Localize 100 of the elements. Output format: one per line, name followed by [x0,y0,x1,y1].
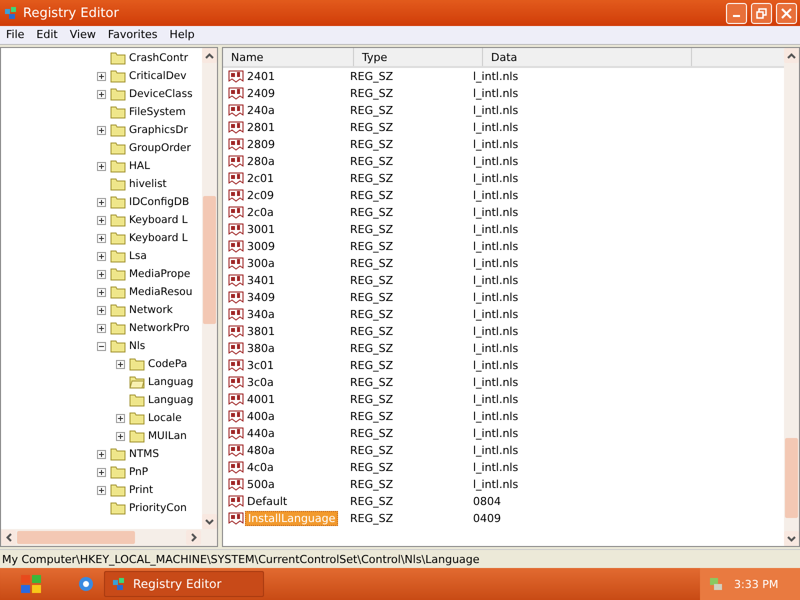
taskbar-button[interactable]: Registry Editor [104,571,264,597]
expand-toggle[interactable] [116,432,125,440]
menu-item[interactable]: Help [164,26,201,44]
tree-item[interactable]: CrashContr [129,52,188,64]
expand-toggle[interactable] [97,324,106,332]
start-button[interactable] [20,574,42,594]
value-name[interactable]: 2c01 [245,172,276,185]
column-header[interactable]: Type [354,48,483,66]
value-name[interactable]: 3001 [245,223,277,236]
expand-toggle[interactable] [97,486,106,494]
data-cell-text: l_intl.nls [472,325,520,338]
menu-item[interactable]: View [64,26,102,44]
scroll-right-icon[interactable] [190,533,196,542]
value-name[interactable]: 400a [245,410,277,423]
expand-toggle[interactable] [97,162,106,170]
scroll-down-icon[interactable] [205,518,214,524]
value-name[interactable]: 2809 [245,138,277,151]
tree-item[interactable]: CodePa [148,358,188,370]
value-name[interactable]: 3409 [245,291,277,304]
expand-toggle[interactable] [97,72,106,80]
value-name[interactable]: 3c0a [245,376,276,389]
expand-toggle[interactable] [97,450,106,458]
tree-item[interactable]: Languag [148,394,194,406]
tree-item[interactable]: GraphicsDr [129,124,188,136]
value-name[interactable]: 380a [245,342,277,355]
horizontal-scrollbar[interactable] [1,529,217,546]
vertical-scrollbar[interactable] [202,48,217,529]
scrollbar-thumb[interactable] [17,531,135,544]
browser-icon[interactable] [78,576,94,592]
value-name[interactable]: 500a [245,478,277,491]
menu-item[interactable]: Favorites [102,26,164,44]
tree-item[interactable]: Lsa [129,250,147,262]
expand-toggle[interactable] [97,234,106,242]
scroll-down-icon[interactable] [787,536,796,542]
tree-item[interactable]: IDConfigDB [129,196,190,208]
value-name[interactable]: 480a [245,444,277,457]
collapse-toggle[interactable] [97,342,106,350]
tree-item[interactable]: PnP [129,466,148,478]
value-name[interactable]: 300a [245,257,277,270]
value-name[interactable]: 240a [245,104,277,117]
tree-item[interactable]: FileSystem [129,106,186,118]
scroll-left-icon[interactable] [6,533,12,542]
tree-item[interactable]: Print [129,484,154,496]
scrollbar-thumb[interactable] [203,196,216,324]
value-name[interactable]: 4c0a [245,461,276,474]
value-name[interactable]: 2801 [245,121,277,134]
value-name[interactable]: 3009 [245,240,277,253]
expand-toggle[interactable] [97,468,106,476]
expand-toggle[interactable] [97,252,106,260]
value-name[interactable]: 3401 [245,274,277,287]
value-name[interactable]: Default [245,495,290,508]
scrollbar-thumb[interactable] [785,438,798,518]
value-name[interactable]: 2c0a [245,206,276,219]
tree-item[interactable]: hivelist [129,178,167,190]
maximize-button[interactable] [751,2,772,24]
tree-item[interactable]: MUILan [148,430,187,442]
value-name[interactable]: 4001 [245,393,277,406]
column-header[interactable]: Name [223,48,354,66]
column-header[interactable]: Data [483,48,692,66]
expand-toggle[interactable] [97,270,106,278]
scroll-up-icon[interactable] [787,52,796,58]
expand-toggle[interactable] [97,306,106,314]
expand-toggle[interactable] [116,414,125,422]
value-name[interactable]: 280a [245,155,277,168]
tree-item[interactable]: PriorityCon [129,502,187,514]
tree-item[interactable]: NetworkPro [129,322,190,334]
scroll-up-icon[interactable] [205,52,214,58]
value-name[interactable]: 340a [245,308,277,321]
tree-item[interactable]: Nls [129,340,146,352]
type-cell-text: REG_SZ [349,189,394,202]
tree-item[interactable]: MediaResou [129,286,192,298]
tree-item[interactable]: Keyboard L [129,214,188,226]
expand-toggle[interactable] [97,216,106,224]
tree-item[interactable]: GroupOrder [129,142,191,154]
folder-icon [110,159,126,173]
close-button[interactable] [776,2,797,24]
vertical-scrollbar[interactable] [784,48,799,546]
tree-item[interactable]: CriticalDev [129,70,186,82]
expand-toggle[interactable] [97,90,106,98]
tree-item[interactable]: DeviceClass [129,88,193,100]
expand-toggle[interactable] [97,126,106,134]
value-name[interactable]: 2401 [245,70,277,83]
expand-toggle[interactable] [97,198,106,206]
tree-item[interactable]: Languag [148,376,194,388]
tree-item[interactable]: Locale [148,412,182,424]
tree-item[interactable]: MediaPrope [129,268,190,280]
tree-item[interactable]: Network [129,304,173,316]
tree-item[interactable]: NTMS [129,448,159,460]
minimize-button[interactable] [726,2,747,24]
value-name[interactable]: 3801 [245,325,277,338]
value-name[interactable]: 2c09 [245,189,276,202]
menu-item[interactable]: File [0,26,30,44]
expand-toggle[interactable] [116,360,125,368]
value-name[interactable]: 2409 [245,87,277,100]
tree-item[interactable]: Keyboard L [129,232,188,244]
tree-item[interactable]: HAL [129,160,150,172]
menu-item[interactable]: Edit [30,26,64,44]
value-name[interactable]: 3c01 [245,359,276,372]
expand-toggle[interactable] [97,288,106,296]
value-name[interactable]: 440a [245,427,277,440]
